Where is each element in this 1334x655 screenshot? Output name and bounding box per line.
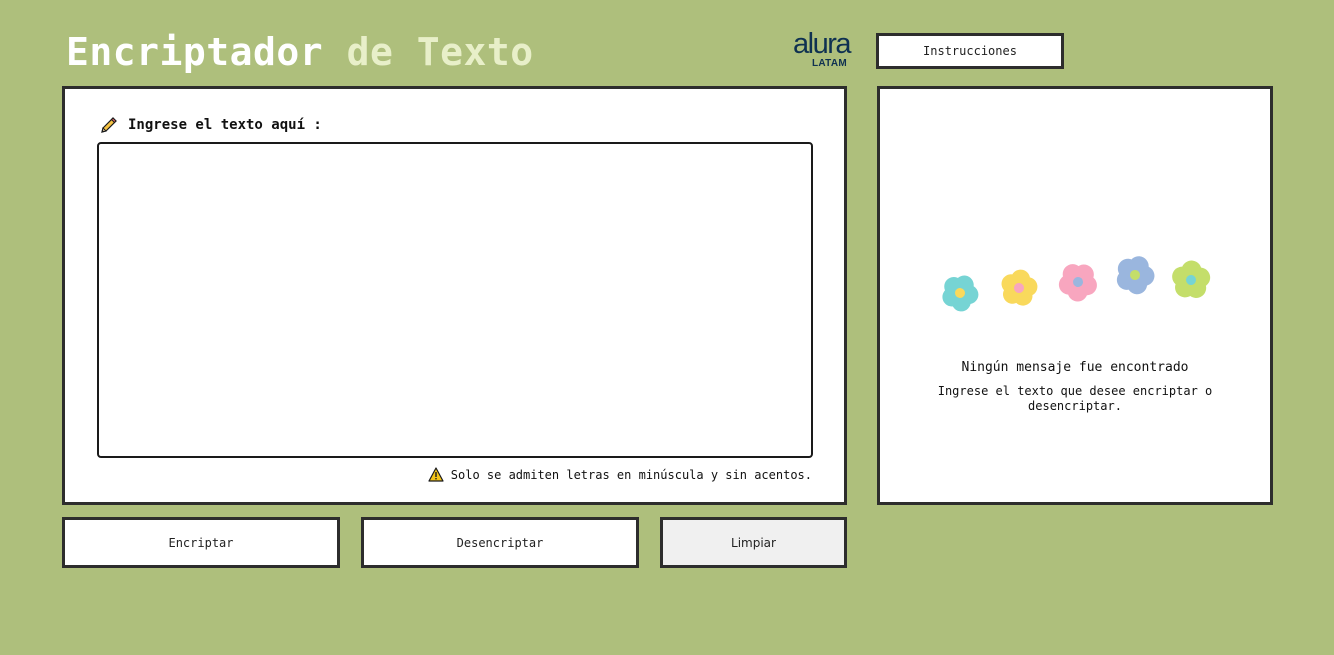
page-title: Encriptador de Texto: [66, 28, 534, 76]
instructions-button[interactable]: Instrucciones: [876, 33, 1064, 69]
flower-teal-icon: [942, 275, 979, 312]
flower-blue-icon: [1116, 256, 1155, 295]
input-warning-text: Solo se admiten letras en minúscula y si…: [450, 467, 812, 482]
text-input[interactable]: [97, 142, 813, 458]
empty-message-body: Ingrese el texto que desee encriptar o d…: [937, 384, 1213, 413]
input-label: Ingrese el texto aquí :: [99, 115, 322, 135]
empty-message-title: Ningún mensaje fue encontrado: [961, 360, 1189, 375]
alura-latam-logo: alura LATAM: [790, 28, 852, 72]
clear-button[interactable]: Limpiar: [660, 517, 847, 568]
flower-green-icon: [1172, 260, 1211, 298]
logo-word: alura: [793, 28, 852, 60]
flower-pink-icon: [1058, 264, 1097, 302]
warning-icon: [428, 467, 444, 482]
input-warning: Solo se admiten letras en minúscula y si…: [428, 467, 812, 482]
title-part-encriptador: Encriptador: [66, 30, 324, 74]
decrypt-button[interactable]: Desencriptar: [361, 517, 639, 568]
flowers-illustration: [936, 249, 1216, 319]
encrypt-button[interactable]: Encriptar: [62, 517, 340, 568]
title-part-de-texto: de Texto: [346, 30, 534, 74]
input-label-text: Ingrese el texto aquí :: [128, 117, 322, 133]
flower-yellow-icon: [1001, 269, 1038, 306]
input-panel: Ingrese el texto aquí : Solo se admiten …: [62, 86, 847, 505]
output-panel: Ningún mensaje fue encontrado Ingrese el…: [877, 86, 1273, 505]
pencil-icon: [99, 115, 119, 135]
